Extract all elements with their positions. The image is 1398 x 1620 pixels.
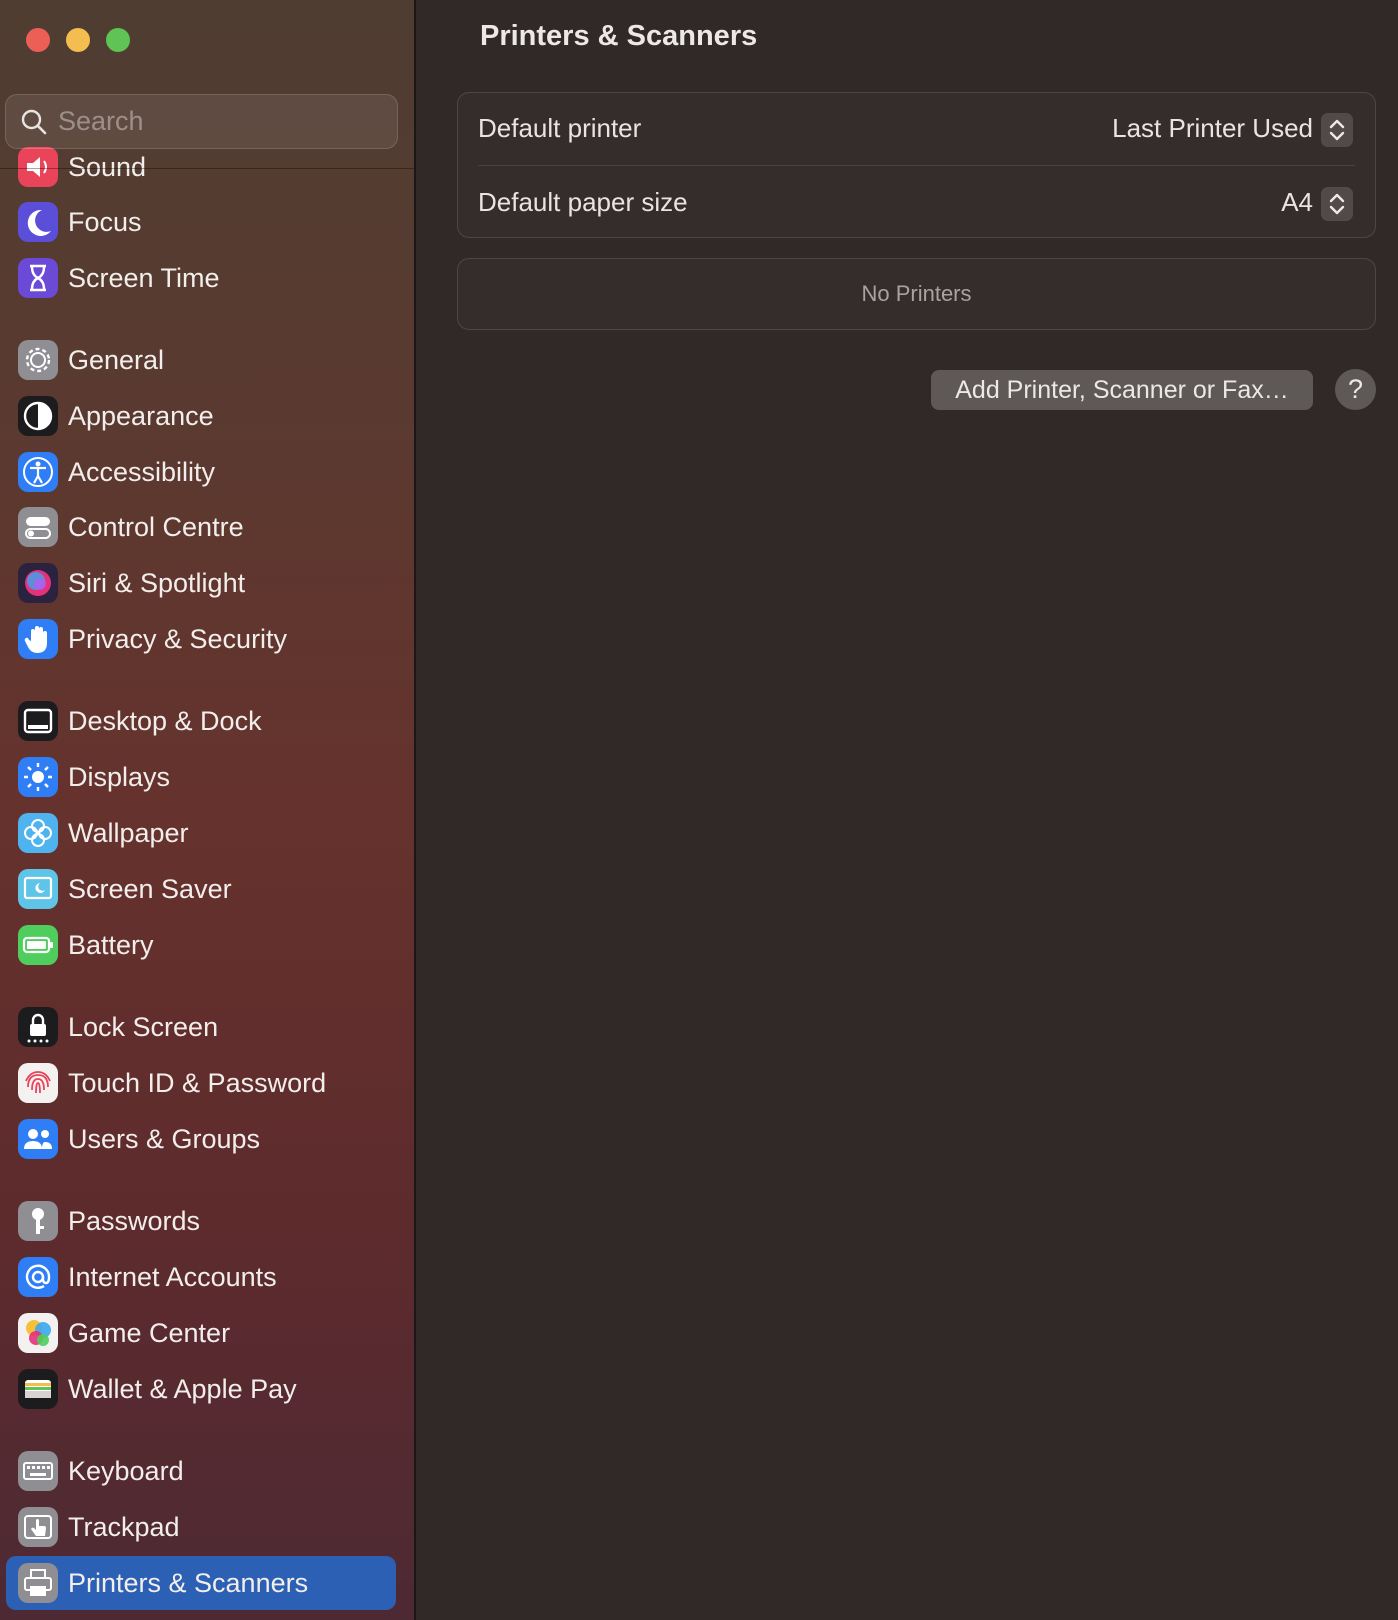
printers-list[interactable]: No Printers — [457, 258, 1376, 330]
search-icon — [21, 109, 47, 135]
appearance-icon — [18, 396, 58, 436]
sidebar-item-label: Lock Screen — [68, 1011, 219, 1042]
default-printer-popup-arrows-icon[interactable] — [1321, 113, 1353, 147]
sidebar-item-printers-and-scanners[interactable]: Printers & Scanners — [6, 1556, 396, 1610]
sidebar-item-displays[interactable]: Displays — [6, 750, 396, 804]
printer-icon — [18, 1563, 58, 1603]
sidebar-item-label: Touch ID & Password — [68, 1067, 327, 1098]
sidebar-item-label: Appearance — [68, 400, 214, 431]
sidebar-item-label: Desktop & Dock — [68, 705, 262, 736]
search-field[interactable] — [5, 94, 398, 149]
sidebar-item-internet-accounts[interactable]: Internet Accounts — [6, 1250, 396, 1304]
maximize-window-button[interactable] — [106, 28, 130, 52]
sidebar-item-focus[interactable]: Focus — [6, 195, 396, 249]
sidebar-item-accessibility[interactable]: Accessibility — [6, 445, 396, 499]
defaults-group: Default printer Last Printer Used Defaul… — [457, 92, 1376, 238]
sidebar-item-touch-id-and-password[interactable]: Touch ID & Password — [6, 1056, 396, 1110]
default-paper-label: Default paper size — [478, 187, 688, 217]
trackpad-icon — [18, 1507, 58, 1547]
sidebar-item-label: Passwords — [68, 1205, 201, 1236]
sidebar-item-label: Screen Saver — [68, 873, 232, 904]
sidebar-item-desktop-and-dock[interactable]: Desktop & Dock — [6, 694, 396, 748]
lock-icon — [18, 1007, 58, 1047]
moon-icon — [18, 202, 58, 242]
sidebar-item-label: Screen Time — [68, 262, 220, 293]
sidebar-item-lock-screen[interactable]: Lock Screen — [6, 1000, 396, 1054]
sidebar-item-label: Privacy & Security — [68, 623, 288, 654]
sidebar-item-privacy-and-security[interactable]: Privacy & Security — [6, 612, 396, 666]
hourglass-icon — [18, 258, 58, 298]
sidebar-item-screen-time[interactable]: Screen Time — [6, 251, 396, 305]
sidebar: Sound Focus Screen Time General Appearance Ac… — [0, 0, 416, 1620]
sidebar-item-label: Battery — [68, 929, 154, 960]
sidebar-item-label: Trackpad — [68, 1511, 180, 1542]
key-icon — [18, 1201, 58, 1241]
default-paper-value[interactable]: A4 — [1281, 187, 1313, 218]
sidebar-item-wallet-and-apple-pay[interactable]: Wallet & Apple Pay — [6, 1362, 396, 1416]
sidebar-item-keyboard[interactable]: Keyboard — [6, 1444, 396, 1498]
sidebar-item-label: Displays — [68, 761, 171, 792]
keyboard-icon — [18, 1451, 58, 1491]
no-printers-text: No Printers — [861, 281, 972, 306]
default-paper-popup-arrows-icon[interactable] — [1321, 187, 1353, 221]
siri-icon — [18, 563, 58, 603]
sidebar-item-screen-saver[interactable]: Screen Saver — [6, 862, 396, 916]
sidebar-item-label: Internet Accounts — [68, 1261, 277, 1292]
fingerprint-icon — [18, 1063, 58, 1103]
sidebar-item-label: Siri & Spotlight — [68, 567, 246, 598]
search-input[interactable] — [58, 95, 378, 148]
sidebar-item-label: Sound — [68, 151, 147, 182]
toggles-icon — [18, 507, 58, 547]
default-printer-label: Default printer — [478, 113, 642, 143]
default-paper-row[interactable]: Default paper size A4 — [458, 167, 1375, 239]
sidebar-item-label: Wallet & Apple Pay — [68, 1373, 297, 1404]
sidebar-item-trackpad[interactable]: Trackpad — [6, 1500, 396, 1554]
sidebar-item-label: Wallpaper — [68, 817, 189, 848]
dock-icon — [18, 701, 58, 741]
window-controls — [26, 28, 130, 52]
search-divider — [0, 168, 414, 169]
default-printer-row[interactable]: Default printer Last Printer Used — [458, 93, 1375, 166]
main-pane: Printers & Scanners Default printer Last… — [416, 0, 1398, 1620]
sidebar-item-label: Focus — [68, 206, 142, 237]
sidebar-item-general[interactable]: General — [6, 333, 396, 387]
settings-window: Sound Focus Screen Time General Appearance Ac… — [0, 0, 1398, 1620]
sidebar-item-siri-and-spotlight[interactable]: Siri & Spotlight — [6, 556, 396, 610]
sidebar-item-label: Keyboard — [68, 1455, 184, 1486]
row-divider — [478, 165, 1355, 166]
page-title: Printers & Scanners — [480, 20, 758, 52]
flower-icon — [18, 813, 58, 853]
close-window-button[interactable] — [26, 28, 50, 52]
sidebar-item-control-centre[interactable]: Control Centre — [6, 500, 396, 554]
sidebar-item-label: General — [68, 344, 165, 375]
sidebar-item-users-and-groups[interactable]: Users & Groups — [6, 1112, 396, 1166]
users-icon — [18, 1119, 58, 1159]
sidebar-item-wallpaper[interactable]: Wallpaper — [6, 806, 396, 860]
sidebar-item-battery[interactable]: Battery — [6, 918, 396, 972]
help-button[interactable]: ? — [1335, 369, 1376, 410]
accessibility-icon — [18, 452, 58, 492]
hand-icon — [18, 619, 58, 659]
add-printer-button[interactable]: Add Printer, Scanner or Fax… — [931, 370, 1313, 410]
gear-icon — [18, 340, 58, 380]
sidebar-item-label: Users & Groups — [68, 1123, 261, 1154]
sidebar-item-label: Printers & Scanners — [68, 1567, 309, 1598]
screen-saver-icon — [18, 869, 58, 909]
sidebar-item-label: Game Center — [68, 1317, 231, 1348]
sidebar-item-label: Control Centre — [68, 511, 244, 542]
minimize-window-button[interactable] — [66, 28, 90, 52]
sidebar-item-appearance[interactable]: Appearance — [6, 389, 396, 443]
sidebar-item-label: Accessibility — [68, 456, 216, 487]
sun-icon — [18, 757, 58, 797]
speaker-icon — [18, 147, 58, 187]
game-center-icon — [18, 1313, 58, 1353]
at-icon — [18, 1257, 58, 1297]
sidebar-item-game-center[interactable]: Game Center — [6, 1306, 396, 1360]
wallet-icon — [18, 1369, 58, 1409]
battery-icon — [18, 925, 58, 965]
default-printer-value[interactable]: Last Printer Used — [1112, 113, 1313, 144]
sidebar-item-passwords[interactable]: Passwords — [6, 1194, 396, 1248]
